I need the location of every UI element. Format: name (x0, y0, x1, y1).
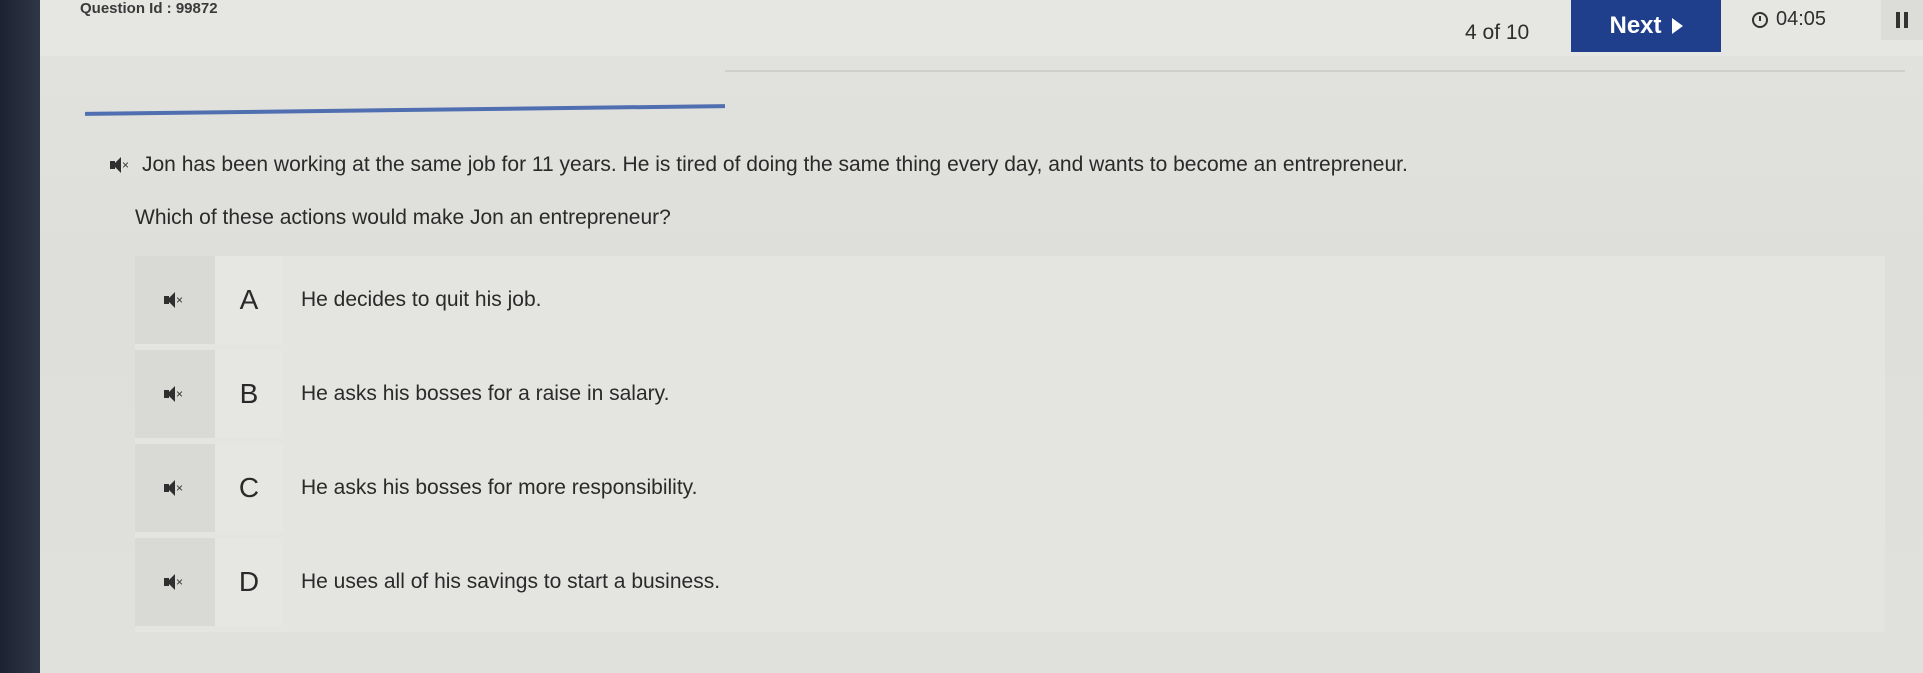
timer-value: 04:05 (1776, 8, 1827, 30)
speaker-mute-icon: × (164, 574, 186, 590)
answer-option-c[interactable]: × C He asks his bosses for more responsi… (135, 444, 1885, 538)
speaker-mute-icon: × (164, 480, 186, 496)
section-divider (84, 104, 726, 116)
speaker-mute-icon[interactable]: × (110, 157, 132, 173)
clock-icon (1752, 11, 1768, 28)
option-text: He uses all of his savings to start a bu… (283, 538, 1885, 626)
next-button[interactable]: Next (1571, 0, 1721, 52)
timer: 04:05 (1752, 8, 1826, 31)
question-id: Question Id : 99872 (80, 0, 218, 17)
option-audio-button[interactable]: × (135, 350, 215, 438)
option-text: He asks his bosses for more responsibili… (283, 444, 1885, 532)
play-arrow-icon (1671, 18, 1683, 34)
answer-option-d[interactable]: × D He uses all of his savings to start … (135, 538, 1885, 632)
option-letter: A (215, 256, 283, 344)
screen-bezel (0, 0, 40, 673)
question-prompt: × Jon has been working at the same job f… (110, 153, 1408, 177)
option-letter: B (215, 350, 283, 438)
pause-icon (1896, 12, 1900, 28)
option-text: He decides to quit his job. (283, 256, 1885, 344)
speaker-mute-icon: × (164, 292, 186, 308)
answer-option-b[interactable]: × B He asks his bosses for a raise in sa… (135, 350, 1885, 444)
question-text: Which of these actions would make Jon an… (135, 206, 671, 229)
prompt-text: Jon has been working at the same job for… (142, 153, 1408, 176)
option-letter: D (215, 538, 283, 626)
answer-option-a[interactable]: × A He decides to quit his job. (135, 256, 1885, 350)
top-bar: Question Id : 99872 4 of 10 Next 04:05 (40, 0, 1923, 56)
option-audio-button[interactable]: × (135, 444, 215, 532)
answer-options: × A He decides to quit his job. × B He a… (135, 256, 1885, 632)
question-progress: 4 of 10 (1465, 21, 1530, 44)
option-audio-button[interactable]: × (135, 538, 215, 626)
header-divider (725, 70, 1905, 72)
option-letter: C (215, 444, 283, 532)
option-text: He asks his bosses for a raise in salary… (283, 350, 1885, 438)
option-audio-button[interactable]: × (135, 256, 215, 344)
next-button-label: Next (1609, 12, 1662, 39)
pause-button[interactable] (1881, 0, 1923, 40)
speaker-mute-icon: × (164, 386, 186, 402)
assessment-page: Question Id : 99872 4 of 10 Next 04:05 ×… (40, 0, 1923, 673)
